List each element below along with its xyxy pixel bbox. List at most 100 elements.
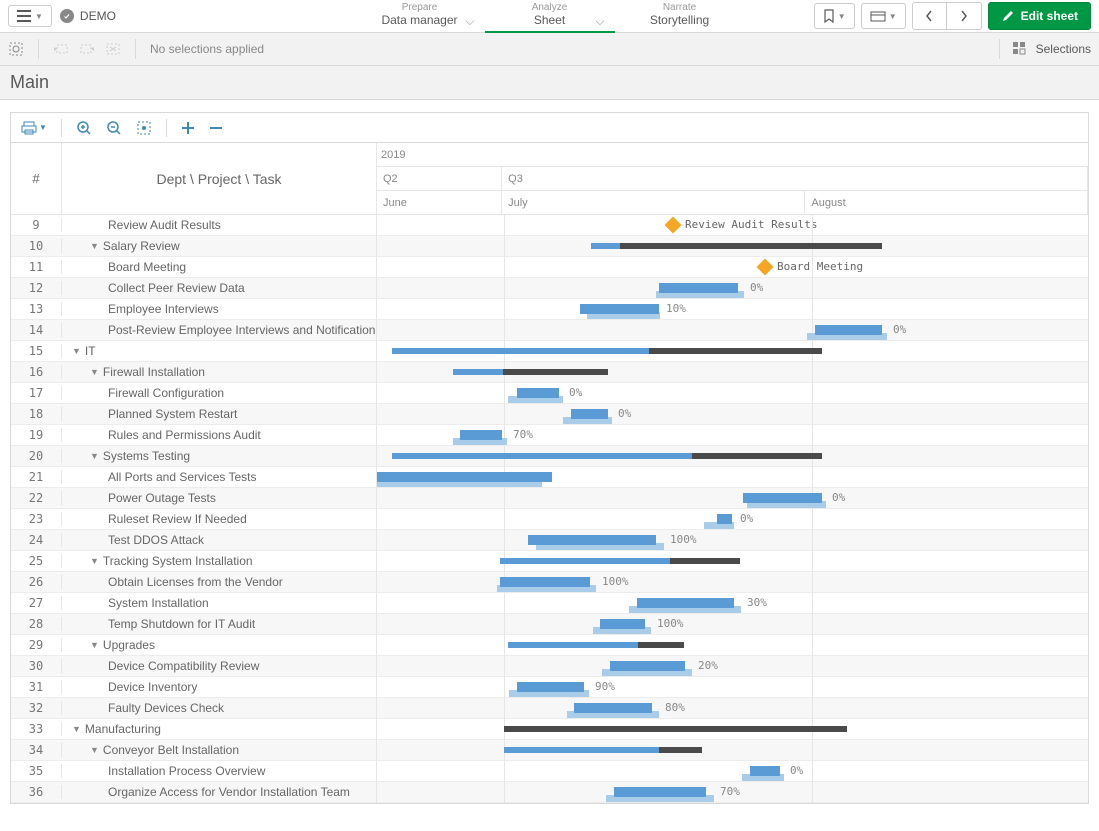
zoom-in-button[interactable] bbox=[76, 120, 92, 136]
grid-row[interactable]: 14Post-Review Employee Interviews and No… bbox=[11, 320, 377, 341]
task-bar[interactable] bbox=[574, 703, 652, 713]
grid-row[interactable]: 19Rules and Permissions Audit bbox=[11, 425, 377, 446]
task-bar[interactable] bbox=[528, 535, 656, 545]
collapse-icon[interactable]: ▼ bbox=[90, 241, 99, 251]
bookmarks-button[interactable]: ▼ bbox=[814, 3, 855, 29]
progress-label: 80% bbox=[665, 701, 685, 714]
task-bar[interactable] bbox=[500, 577, 590, 587]
divider bbox=[999, 39, 1000, 59]
zoom-out-button[interactable] bbox=[106, 120, 122, 136]
fit-button[interactable] bbox=[136, 120, 152, 136]
task-bar[interactable] bbox=[743, 493, 822, 503]
print-icon bbox=[21, 121, 37, 135]
row-number: 35 bbox=[11, 764, 62, 778]
nav-tab-sheet[interactable]: AnalyzeSheet⌵ bbox=[485, 0, 615, 33]
collapse-icon[interactable]: ▼ bbox=[90, 640, 99, 650]
task-bar[interactable] bbox=[460, 430, 502, 440]
summary-bar[interactable] bbox=[591, 243, 882, 249]
grid-row[interactable]: 30Device Compatibility Review bbox=[11, 656, 377, 677]
task-bar[interactable] bbox=[659, 283, 738, 293]
sheets-button[interactable]: ▼ bbox=[861, 3, 906, 29]
grid-row[interactable]: 24Test DDOS Attack bbox=[11, 530, 377, 551]
grid-row[interactable]: 27System Installation bbox=[11, 593, 377, 614]
expand-all-button[interactable] bbox=[181, 121, 195, 135]
task-bar[interactable] bbox=[580, 304, 659, 314]
grid-row[interactable]: 28Temp Shutdown for IT Audit bbox=[11, 614, 377, 635]
grid-row[interactable]: 11Board Meeting bbox=[11, 257, 377, 278]
task-bar[interactable] bbox=[377, 472, 552, 482]
grid-row[interactable]: 33▼Manufacturing bbox=[11, 719, 377, 740]
task-bar[interactable] bbox=[717, 514, 732, 524]
task-bar[interactable] bbox=[571, 409, 608, 419]
grid-row[interactable]: 35Installation Process Overview bbox=[11, 761, 377, 782]
step-forward-button[interactable] bbox=[79, 41, 95, 57]
grid-row[interactable]: 20▼Systems Testing bbox=[11, 446, 377, 467]
sheet-nav bbox=[912, 2, 982, 30]
step-back-icon bbox=[53, 42, 69, 56]
task-bar[interactable] bbox=[517, 388, 559, 398]
task-bar[interactable] bbox=[517, 682, 584, 692]
print-button[interactable]: ▼ bbox=[21, 121, 47, 135]
selections-tool-label[interactable]: Selections bbox=[1036, 42, 1091, 56]
step-back-button[interactable] bbox=[53, 41, 69, 57]
timeline-row bbox=[377, 362, 1088, 383]
nav-tab-data-manager[interactable]: PrepareData manager⌵ bbox=[355, 0, 485, 33]
task-bar[interactable] bbox=[815, 325, 882, 335]
collapse-icon[interactable]: ▼ bbox=[90, 556, 99, 566]
grid-row[interactable]: 17Firewall Configuration bbox=[11, 383, 377, 404]
grid-row[interactable]: 18Planned System Restart bbox=[11, 404, 377, 425]
nav-sup: Analyze bbox=[485, 2, 615, 13]
grid-row[interactable]: 36Organize Access for Vendor Installatio… bbox=[11, 782, 377, 803]
app-header: ▼ DEMO PrepareData manager⌵AnalyzeSheet⌵… bbox=[0, 0, 1099, 33]
task-bar[interactable] bbox=[637, 598, 734, 608]
task-bar[interactable] bbox=[614, 787, 706, 797]
timeline-gridline bbox=[504, 215, 505, 803]
grid-row[interactable]: 16▼Firewall Installation bbox=[11, 362, 377, 383]
smart-search-button[interactable] bbox=[8, 41, 24, 57]
prev-sheet-button[interactable] bbox=[913, 3, 947, 29]
grid-row[interactable]: 12Collect Peer Review Data bbox=[11, 278, 377, 299]
collapse-icon[interactable]: ▼ bbox=[90, 367, 99, 377]
gantt-object: ▼ # Dept \ Project \ Task 9Review Audit … bbox=[10, 112, 1089, 804]
selections-bar: No selections applied Selections bbox=[0, 33, 1099, 66]
clear-selections-button[interactable] bbox=[105, 41, 121, 57]
milestone-diamond[interactable] bbox=[757, 259, 774, 276]
grid-row[interactable]: 10▼Salary Review bbox=[11, 236, 377, 257]
row-number: 26 bbox=[11, 575, 62, 589]
selections-tool-icon bbox=[1012, 41, 1028, 57]
grid-row[interactable]: 25▼Tracking System Installation bbox=[11, 551, 377, 572]
grid-row[interactable]: 13Employee Interviews bbox=[11, 299, 377, 320]
collapse-icon[interactable]: ▼ bbox=[72, 724, 81, 734]
grid-row[interactable]: 22Power Outage Tests bbox=[11, 488, 377, 509]
hamburger-menu[interactable]: ▼ bbox=[8, 5, 52, 27]
grid-row[interactable]: 31Device Inventory bbox=[11, 677, 377, 698]
timeline-row bbox=[377, 446, 1088, 467]
column-header-name[interactable]: Dept \ Project \ Task bbox=[62, 143, 376, 214]
collapse-icon[interactable]: ▼ bbox=[72, 346, 81, 356]
collapse-icon[interactable]: ▼ bbox=[90, 451, 99, 461]
progress-label: 0% bbox=[569, 386, 582, 399]
grid-row[interactable]: 15▼IT bbox=[11, 341, 377, 362]
collapse-icon[interactable]: ▼ bbox=[90, 745, 99, 755]
grid-row[interactable]: 32Faulty Devices Check bbox=[11, 698, 377, 719]
grid-row[interactable]: 21All Ports and Services Tests bbox=[11, 467, 377, 488]
next-sheet-button[interactable] bbox=[947, 3, 981, 29]
grid-row[interactable]: 26Obtain Licenses from the Vendor bbox=[11, 572, 377, 593]
sheet-title: Main bbox=[10, 72, 49, 93]
grid-row[interactable]: 34▼Conveyor Belt Installation bbox=[11, 740, 377, 761]
milestone-diamond[interactable] bbox=[665, 217, 682, 234]
collapse-all-button[interactable] bbox=[209, 121, 223, 135]
grid-row[interactable]: 9Review Audit Results bbox=[11, 215, 377, 236]
row-number: 19 bbox=[11, 428, 62, 442]
task-bar[interactable] bbox=[600, 619, 645, 629]
grid-row[interactable]: 29▼Upgrades bbox=[11, 635, 377, 656]
column-header-number[interactable]: # bbox=[11, 143, 62, 214]
timeline-body[interactable]: Review Audit ResultsBoard Meeting0%10%0%… bbox=[377, 215, 1088, 803]
grid-row[interactable]: 23Ruleset Review If Needed bbox=[11, 509, 377, 530]
edit-sheet-button[interactable]: Edit sheet bbox=[988, 2, 1091, 30]
task-bar[interactable] bbox=[750, 766, 780, 776]
timeline-row: 50% bbox=[377, 467, 1088, 488]
summary-bar[interactable] bbox=[504, 726, 847, 732]
task-bar[interactable] bbox=[610, 661, 685, 671]
nav-tab-storytelling[interactable]: NarrateStorytelling bbox=[615, 0, 745, 33]
